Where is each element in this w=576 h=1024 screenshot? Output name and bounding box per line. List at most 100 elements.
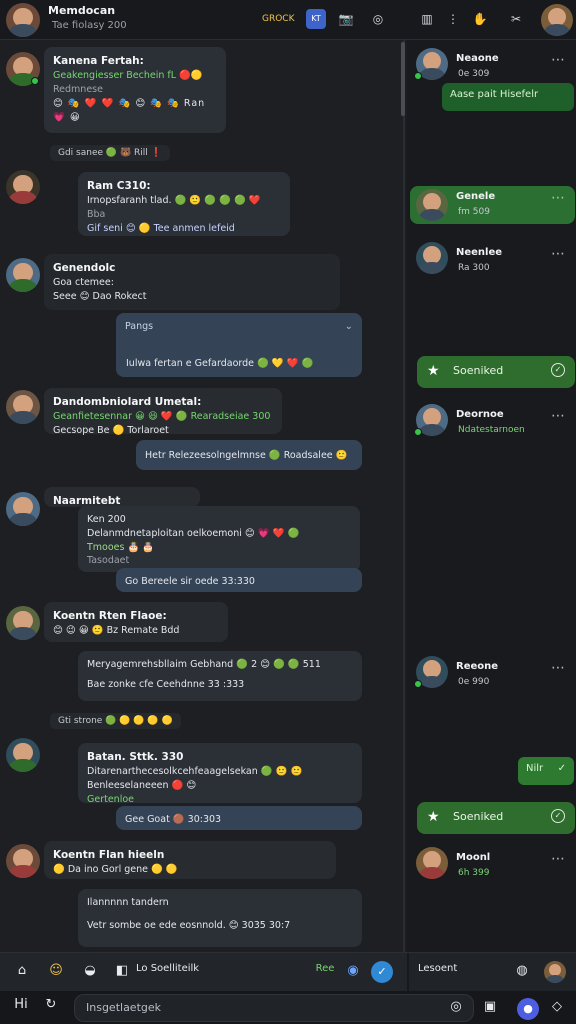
message-avatar[interactable] — [6, 258, 40, 292]
conversation-meta: 0e 309 — [458, 69, 490, 79]
online-indicator — [414, 72, 422, 80]
message-bubble: Pangs ⌄ Iulwa fertan e Gefardaorde 🟢 💛 ❤… — [116, 313, 362, 377]
camera-icon[interactable]: ▣ — [482, 999, 498, 1014]
online-indicator — [31, 77, 39, 85]
status-banner[interactable]: ★ Soeniked ✓ — [417, 802, 575, 834]
message-line: 🟡 Da ino Gorl gene 🟡 🟡 — [53, 864, 178, 876]
conversation-item[interactable]: Neenlee Ra 300 ⋯ — [410, 242, 575, 282]
more-icon[interactable]: ⋯ — [551, 52, 565, 68]
status-banner[interactable]: ★ Soeniked ✓ — [417, 356, 575, 388]
message-line: Tasodaet — [87, 555, 130, 567]
message-line: Bae zonke cfe Ceehdnne 33 :333 — [87, 678, 245, 690]
message-line: Seee 😊 Dao Rokect — [53, 290, 147, 302]
more-icon[interactable]: ⋯ — [551, 190, 565, 206]
conversation-item[interactable]: Moonl 6h 399 ⋯ — [410, 847, 575, 887]
conversation-avatar[interactable] — [416, 189, 448, 221]
info-icon[interactable]: ◎ — [448, 999, 464, 1014]
more-icon[interactable]: ⋯ — [551, 851, 565, 867]
message-avatar[interactable] — [6, 492, 40, 526]
camera-icon[interactable]: 📷 — [336, 9, 356, 29]
reply-bubble: Aase pait Hisefelr — [442, 83, 574, 111]
header-avatar[interactable] — [6, 3, 40, 37]
side-avatar[interactable] — [544, 961, 566, 983]
message-line: Go Bereele sir oede 33:330 — [125, 576, 255, 587]
conversation-item[interactable]: Genele fm 509 ⋯ — [410, 186, 575, 224]
message-author: Koentn Flan hieeln — [53, 849, 165, 861]
message-bubble: Batan. Sttk. 330 Ditarenarthecesolkcehfe… — [78, 743, 362, 805]
chat-scrollbar[interactable] — [401, 42, 405, 116]
conversation-avatar[interactable] — [416, 847, 448, 879]
system-tail: 🟢 🐻 Rill ❗ — [105, 148, 162, 158]
conversation-meta: 0e 990 — [458, 677, 490, 687]
more-icon[interactable]: ⋯ — [551, 660, 565, 676]
check-icon[interactable]: ✓ — [551, 363, 565, 377]
reply-text: Aase pait Hisefelr — [450, 89, 539, 100]
chat-subtitle: Tae fiolasy 200 — [52, 20, 127, 31]
send-button[interactable]: ✓ — [371, 961, 393, 983]
globe-icon[interactable]: ◎ — [368, 9, 388, 29]
shield-icon[interactable]: ◒ — [80, 963, 100, 978]
message-line: Ilannnnn tandern — [87, 897, 169, 908]
message-line: Goa ctemee: — [53, 277, 114, 289]
message-avatar[interactable] — [6, 844, 40, 878]
home-icon[interactable]: ⌂ — [12, 963, 32, 978]
conversation-item[interactable]: Reeone 0e 990 ⋯ — [410, 656, 575, 696]
message-bubble: Ilannnnn tandern Vetr sombe oe ede eosnn… — [78, 889, 362, 947]
more-icon[interactable]: ◇ — [550, 999, 564, 1014]
notification-icon[interactable]: ✋ — [470, 9, 490, 29]
star-icon: ★ — [427, 809, 440, 825]
message-line: Vetr sombe oe ede eosnnold. 😊 3035 30:7 — [87, 919, 291, 931]
message-avatar[interactable] — [6, 738, 40, 772]
tools-icon[interactable]: ✂ — [506, 9, 526, 29]
message-author: Dandombniolard Umetal: — [53, 396, 202, 408]
conversation-name: Moonl — [456, 852, 491, 863]
message-line: Ken 200 — [87, 514, 126, 525]
chat-icon[interactable]: ◉ — [344, 963, 362, 978]
conversation-item[interactable]: Deornoe Ndatestarnoen ⋯ — [410, 404, 575, 444]
message-line: Tmooes 🎂 🎂 — [87, 541, 155, 553]
composer: ⌂ ☺ ◒ ◧ Lo Soelliteilk Ree ◉ ✓ Lesoent ◍… — [0, 952, 576, 1024]
chat-title: Memdocan — [48, 4, 116, 17]
badge-label[interactable]: KT — [306, 9, 326, 29]
system-label: Gti strone 🟢 — [58, 716, 117, 726]
refresh-icon[interactable]: ↻ — [42, 997, 60, 1012]
more-icon[interactable]: ⋯ — [551, 408, 565, 424]
message-bubble: Dandombniolard Umetal: Geanfietesennar 😀… — [44, 388, 282, 436]
bookmark-icon[interactable]: ◧ — [112, 963, 132, 978]
message-bubble: Gee Goat 🟤 30:303 — [116, 806, 362, 830]
message-avatar[interactable] — [6, 606, 40, 640]
conversation-name: Neenlee — [456, 247, 503, 258]
status-label: Soeniked — [453, 364, 504, 377]
online-indicator — [414, 428, 422, 436]
message-line: Gertenloe — [87, 793, 134, 805]
message-line: Meryagemrehsbllaim Gebhand 🟢 2 😊 🟢 🟢 511 — [87, 659, 321, 670]
grid-icon[interactable]: Hi — [12, 997, 30, 1012]
conversation-name: Genele — [456, 191, 496, 202]
message-line: Delanmdnetaploitan oelkoemoni 😊 💗 ❤️ 🟢 — [87, 527, 300, 539]
message-line: Redmnese — [53, 83, 103, 95]
chevron-down-icon[interactable]: ⌄ — [345, 320, 353, 335]
voice-button[interactable]: ● — [517, 998, 539, 1020]
message-line: Geakengiesser Bechein fL 🔴🟡 — [53, 70, 203, 82]
check-icon: ✓ — [557, 763, 566, 774]
profile-avatar[interactable] — [541, 4, 573, 36]
gallery-icon[interactable]: ▥ — [416, 9, 438, 29]
message-author: Koentn Rten Flaoe: — [53, 610, 167, 622]
message-line: Hetr Relezeesolngelmnse 🟢 Roadsalee 🙂 — [145, 450, 348, 461]
conversation-avatar[interactable] — [416, 242, 448, 274]
brand-label[interactable]: GROCK — [262, 9, 295, 29]
conversation-name: Deornoe — [456, 409, 504, 420]
message-avatar[interactable] — [6, 170, 40, 204]
reply-bubble: Nilr ✓ — [518, 757, 574, 785]
system-line: Gdi sanee 🟢 🐻 Rill ❗ — [50, 145, 170, 161]
more-icon[interactable]: ⋯ — [551, 246, 565, 262]
check-icon[interactable]: ✓ — [551, 809, 565, 823]
message-avatar[interactable] — [6, 390, 40, 424]
emoji-icon[interactable]: ☺ — [46, 963, 66, 978]
message-input[interactable]: Insgetlaetgek — [74, 994, 474, 1022]
message-line: Ditarenarthecesolkcehfeaagelsekan 🟢 🙂 🙂 — [87, 766, 303, 778]
message-author: Ram C310: — [87, 180, 151, 192]
more-icon[interactable]: ⋮ — [446, 9, 460, 29]
attach-icon[interactable]: ◍ — [514, 963, 530, 978]
conversation-item[interactable]: Neaone 0e 309 ⋯ — [410, 48, 575, 88]
